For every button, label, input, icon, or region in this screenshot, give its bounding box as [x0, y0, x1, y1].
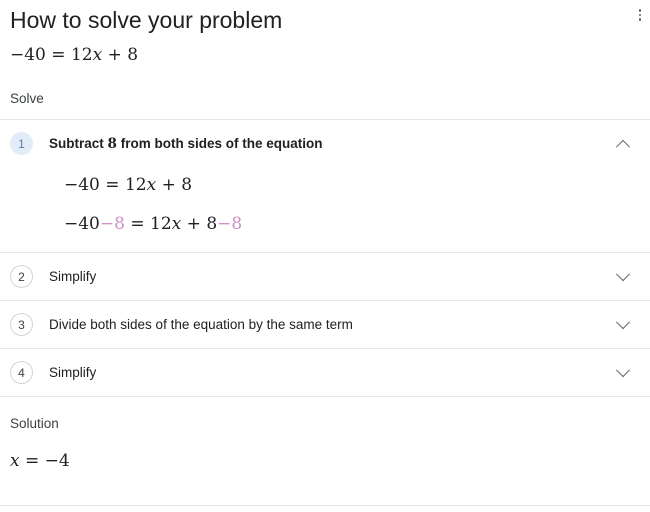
menu-dot	[638, 13, 642, 17]
step-item-2: 2 Simplify	[0, 253, 650, 300]
step-equation-line: −40 = 12x + 8	[64, 175, 640, 195]
problem-rhs-constant: 8	[127, 45, 139, 65]
step-title-number: 8	[107, 135, 117, 152]
eq-right-variable: x	[146, 175, 157, 195]
solution-variable: x	[10, 451, 20, 471]
step-equation-line: −40−8 = 12x + 8−8	[64, 214, 640, 234]
page-title: How to solve your problem	[10, 7, 283, 33]
step-body-1: −40 = 12x + 8 −40−8 = 12x + 8−8	[0, 167, 650, 252]
eq-right-constant: 8	[181, 175, 193, 195]
chevron-shape	[615, 266, 631, 281]
problem-rhs-operator: +	[107, 45, 122, 65]
step-title-3: Divide both sides of the equation by the…	[49, 316, 353, 332]
eq-right-coefficient: 12	[150, 214, 172, 234]
step-number-badge-2: 2	[10, 265, 33, 288]
eq-equals: =	[105, 175, 120, 195]
eq-left-highlight: −8	[99, 214, 125, 234]
divider	[0, 505, 650, 506]
menu-dot	[638, 18, 642, 21]
step-item-1: 1 Subtract 8 from both sides of the equa…	[0, 120, 650, 252]
eq-right-coefficient: 12	[124, 175, 147, 195]
problem-equals: =	[51, 45, 66, 65]
step-header-3[interactable]: 3 Divide both sides of the equation by t…	[0, 301, 650, 348]
menu-dot	[638, 9, 642, 12]
step-title-suffix: from both sides of the equation	[120, 135, 323, 151]
step-item-4: 4 Simplify	[0, 349, 650, 396]
chevron-shape	[615, 139, 631, 154]
problem-rhs-variable: x	[92, 45, 103, 65]
step-title-1: Subtract 8 from both sides of the equati…	[49, 135, 612, 153]
step-item-3: 3 Divide both sides of the equation by t…	[0, 301, 650, 348]
step-number-badge-1: 1	[10, 132, 33, 155]
eq-right-highlight: −8	[217, 214, 243, 234]
eq-left: −40	[64, 214, 100, 234]
eq-right-operator: +	[161, 175, 176, 195]
step-header-2[interactable]: 2 Simplify	[0, 253, 650, 300]
chevron-down-icon[interactable]	[612, 266, 634, 288]
solution-label: Solution	[10, 416, 59, 431]
more-vert-icon[interactable]	[632, 4, 648, 26]
solve-section-label: Solve	[10, 91, 44, 106]
step-title-2: Simplify	[49, 268, 97, 284]
eq-right-operator: +	[186, 214, 201, 234]
step-number-badge-3: 3	[10, 313, 33, 336]
problem-rhs-coefficient: 12	[70, 45, 93, 65]
chevron-shape	[615, 314, 631, 329]
step-header-4[interactable]: 4 Simplify	[0, 349, 650, 396]
chevron-shape	[615, 362, 631, 377]
problem-equation: −40 = 12x + 8	[0, 34, 650, 66]
eq-right-variable: x	[171, 214, 182, 234]
chevron-down-icon[interactable]	[612, 314, 634, 336]
chevron-up-icon[interactable]	[612, 133, 634, 155]
page-header: How to solve your problem	[0, 0, 650, 34]
solution-number: −4	[44, 451, 70, 471]
solution-page: How to solve your problem −40 = 12x + 8 …	[0, 0, 650, 512]
chevron-down-icon[interactable]	[612, 362, 634, 384]
eq-right-constant: 8	[206, 214, 218, 234]
step-number-badge-4: 4	[10, 361, 33, 384]
solution-value: x = −4	[0, 442, 650, 472]
problem-lhs: −40	[10, 45, 46, 65]
step-header-1[interactable]: 1 Subtract 8 from both sides of the equa…	[0, 120, 650, 167]
step-title-prefix: Subtract	[49, 135, 104, 151]
step-title-4: Simplify	[49, 364, 97, 380]
solution-equals: =	[25, 451, 40, 471]
eq-equals: =	[130, 214, 145, 234]
eq-left: −40	[64, 175, 100, 195]
